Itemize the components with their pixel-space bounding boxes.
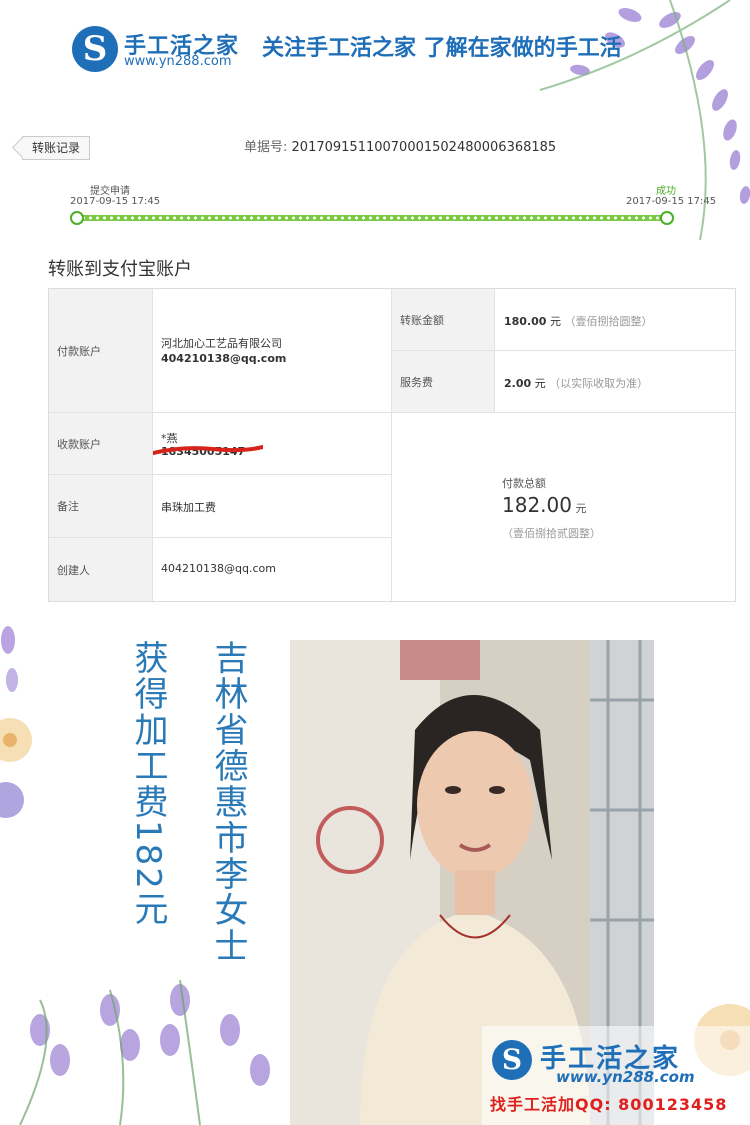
payer-value-cell: 河北加心工艺品有限公司 404210138@qq.com [153, 289, 392, 413]
brand-url: www.yn288.com [124, 54, 232, 69]
step-end-node [660, 211, 674, 225]
document-number: 单据号: 20170915110070001502480006368185 [244, 136, 556, 155]
transfer-record-tab[interactable]: 转账记录 [22, 136, 90, 160]
amount-value-cell: 180.00 元 （壹佰捌拾圆整） [495, 289, 735, 351]
step-end-time: 2017-09-15 17:45 [626, 196, 717, 207]
payer-email: 404210138@qq.com [161, 352, 287, 365]
payee-value-cell: *燕 18345005147 [153, 413, 392, 475]
creator-value-cell: 404210138@qq.com [153, 538, 392, 601]
step-start-time: 2017-09-15 17:45 [70, 196, 161, 207]
payee-label: 收款账户 [57, 437, 101, 451]
fee-label-cell: 服务费 [392, 351, 495, 413]
transfer-record-tab-label: 转账记录 [31, 141, 80, 155]
total-cell: 付款总额 182.00 元 （壹佰捌拾贰圆整） [392, 413, 735, 601]
header-slogan: 关注手工活之家 了解在家做的手工活 [262, 36, 622, 61]
section-title: 转账到支付宝账户 [48, 259, 192, 280]
caption-location: 吉林省德惠市李女士 [208, 640, 248, 964]
creator-label-cell: 创建人 [49, 538, 153, 601]
document-number-value: 20170915110070001502480006368185 [291, 140, 557, 155]
remark-label-cell: 备注 [49, 475, 153, 538]
caption-earnings: 获得加工费182元 [128, 640, 168, 927]
document-number-label: 单据号: [244, 140, 288, 155]
total-value: 182.00 [502, 493, 572, 517]
fee-note: （以实际收取为准） [549, 377, 649, 390]
payer-name: 河北加心工艺品有限公司 [161, 337, 282, 350]
watermark-url: www.yn288.com [556, 1068, 695, 1086]
fee-unit: 元 [534, 377, 546, 390]
amount-unit: 元 [549, 315, 561, 328]
amount-label-cell: 转账金额 [392, 289, 495, 351]
watermark-logo-icon: S [501, 1043, 523, 1076]
watermark-contact: 找手工活加QQ: 800123458 [490, 1095, 728, 1114]
creator-label: 创建人 [57, 563, 90, 577]
logo-icon: S [82, 29, 108, 69]
amount-words: （壹佰捌拾圆整） [564, 315, 653, 328]
remark-value-cell: 串珠加工费 [153, 475, 392, 538]
step-end-label: 成功 [656, 186, 676, 197]
fee-value-cell: 2.00 元 （以实际收取为准） [495, 351, 735, 413]
amount-value: 180.00 [504, 315, 547, 328]
step-start-label: 提交申请 [90, 186, 130, 197]
progress-dots [80, 216, 664, 220]
total-words: （壹佰捌拾贰圆整） [502, 527, 601, 540]
redaction-scribble [153, 445, 263, 455]
creator-value: 404210138@qq.com [161, 562, 276, 575]
fee-value: 2.00 [504, 377, 532, 390]
total-label: 付款总额 [502, 477, 546, 490]
remark-value: 串珠加工费 [161, 501, 216, 514]
floral-decoration-left [0, 626, 32, 818]
step-start-node [70, 211, 84, 225]
amount-label: 转账金额 [400, 313, 444, 327]
payee-label-cell: 收款账户 [49, 413, 153, 475]
fee-label: 服务费 [400, 375, 433, 389]
payer-label-cell: 付款账户 [49, 289, 153, 413]
transfer-detail-table: 付款账户 河北加心工艺品有限公司 404210138@qq.com 收款账户 *… [48, 288, 736, 602]
payer-label: 付款账户 [57, 344, 101, 358]
total-unit: 元 [575, 502, 587, 515]
remark-label: 备注 [57, 500, 79, 513]
